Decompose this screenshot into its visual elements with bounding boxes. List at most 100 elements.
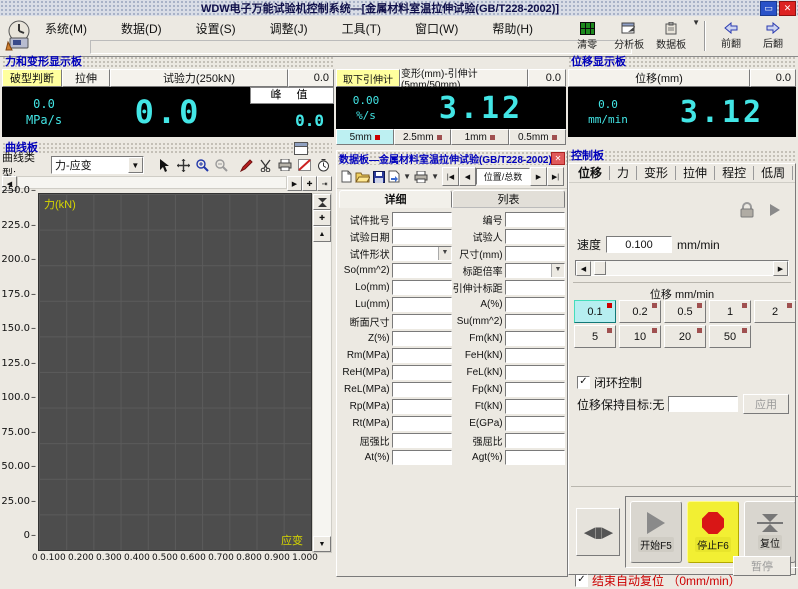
scroll-up-icon[interactable]: ▲ xyxy=(313,226,331,242)
data-tab[interactable]: 详细 xyxy=(339,190,452,208)
slider-left-icon[interactable]: ◀ xyxy=(576,261,591,276)
data-tab[interactable]: 列表 xyxy=(452,190,565,208)
field-input[interactable]: ▼ xyxy=(505,382,565,397)
menu-item[interactable]: 数据(D) xyxy=(118,19,165,38)
field-input[interactable]: ▼ xyxy=(505,297,565,312)
field-input[interactable]: ▼ xyxy=(505,365,565,380)
reset-button[interactable]: 复位 xyxy=(744,501,796,563)
menu-item[interactable]: 调整(J) xyxy=(267,19,311,38)
field-input[interactable]: ▼ xyxy=(505,331,565,346)
dropdown-icon[interactable]: ▼ xyxy=(551,264,564,277)
control-tab[interactable]: 拉伸 xyxy=(676,166,715,180)
field-input[interactable]: ▼ xyxy=(392,229,452,244)
zoom-out-icon[interactable] xyxy=(213,157,230,173)
speed-preset-button[interactable]: 1 xyxy=(709,300,751,323)
speed-input[interactable]: 0.100 xyxy=(606,236,672,253)
field-input[interactable]: ▼ xyxy=(505,416,565,431)
control-tab[interactable]: 位移 xyxy=(571,166,610,180)
menu-item[interactable]: 帮助(H) xyxy=(489,19,536,38)
clear-zero-button[interactable]: 清零 xyxy=(566,18,608,54)
curve-hscrollbar[interactable]: ◀ ▶ ✚ ⇥ xyxy=(2,176,332,189)
curve-type-select[interactable]: 力-应变 ▼ xyxy=(51,156,144,174)
field-input[interactable]: ▼ xyxy=(392,263,452,278)
speed-preset-button[interactable]: 50 xyxy=(709,325,751,348)
scissors-icon[interactable] xyxy=(257,157,274,173)
field-input[interactable]: ▼ xyxy=(505,314,565,329)
field-input[interactable]: ▼ xyxy=(505,348,565,363)
move-tool-icon[interactable] xyxy=(175,157,192,173)
tensile-mode-button[interactable]: 拉伸 xyxy=(62,69,110,87)
field-input[interactable]: ▼ xyxy=(392,280,452,295)
jog-button[interactable]: ◀▮▶ xyxy=(576,508,620,556)
field-input[interactable]: ▼ xyxy=(505,280,565,295)
fit-vertical-icon[interactable] xyxy=(313,194,331,210)
minimize-button[interactable]: ▭ xyxy=(760,1,777,16)
speed-preset-button[interactable]: 0.5 xyxy=(664,300,706,323)
range-tab[interactable]: 5mm xyxy=(336,129,394,145)
nav-next-icon[interactable]: ▶ xyxy=(530,167,547,186)
field-input[interactable]: ▼ xyxy=(392,365,452,380)
break-judge-button[interactable]: 破型判断 xyxy=(2,69,62,87)
field-input[interactable]: ▼ xyxy=(505,450,565,465)
field-input[interactable]: ▼ xyxy=(392,348,452,363)
speed-preset-button[interactable]: 10 xyxy=(619,325,661,348)
field-input[interactable]: ▼ xyxy=(392,450,452,465)
control-tab[interactable]: 力 xyxy=(610,166,637,180)
menu-item[interactable]: 窗口(W) xyxy=(412,19,461,38)
play-small-icon[interactable] xyxy=(769,203,781,217)
curve-vscrollbar[interactable]: ✚ ▲ ▼ xyxy=(312,193,332,553)
chevron-down-icon[interactable]: ▼ xyxy=(128,157,143,173)
open-file-icon[interactable] xyxy=(355,168,370,185)
range-tab[interactable]: 1mm xyxy=(451,129,509,145)
analysis-board-button[interactable]: 分析板 xyxy=(608,18,650,54)
auto-reset-checkbox[interactable]: ✓ xyxy=(575,574,588,587)
field-input[interactable]: ▼ xyxy=(505,212,565,227)
menu-item[interactable]: 工具(T) xyxy=(339,19,384,38)
speed-slider[interactable]: ◀ ▶ xyxy=(575,260,789,276)
closed-loop-checkbox[interactable]: ✓ xyxy=(577,376,590,389)
field-input[interactable]: ▼ xyxy=(392,399,452,414)
menu-item[interactable]: 系统(M) xyxy=(42,19,90,38)
field-input[interactable]: ▼ xyxy=(392,314,452,329)
nav-prev-icon[interactable]: ◀ xyxy=(459,167,476,186)
data-print-icon[interactable] xyxy=(414,168,428,185)
peak-label[interactable]: 峰 值 xyxy=(250,87,334,104)
field-input[interactable]: ▼ xyxy=(505,229,565,244)
hscroll-track[interactable] xyxy=(17,176,287,189)
slider-thumb[interactable] xyxy=(594,261,606,275)
field-input[interactable]: ▼ xyxy=(392,212,452,227)
field-input[interactable]: ▼ xyxy=(392,297,452,312)
zoom-in-icon[interactable] xyxy=(194,157,211,173)
next-page-button[interactable]: 后翻 xyxy=(752,18,794,54)
dropdown-icon[interactable]: ▼ xyxy=(438,247,451,260)
prev-page-button[interactable]: 前翻 xyxy=(710,18,752,54)
nav-last-icon[interactable]: ▶| xyxy=(547,167,564,186)
field-input[interactable]: ▼ xyxy=(392,433,452,448)
restore-window-icon[interactable] xyxy=(294,142,308,155)
slider-right-icon[interactable]: ▶ xyxy=(773,261,788,276)
remove-extensometer-button[interactable]: 取下引伸计 xyxy=(336,69,400,87)
field-input[interactable]: ▼ xyxy=(505,263,565,278)
field-input[interactable]: ▼ xyxy=(505,246,565,261)
apply-button[interactable]: 应用 xyxy=(743,394,789,414)
data-panel-close-icon[interactable]: ✕ xyxy=(551,152,565,165)
field-input[interactable]: ▼ xyxy=(392,331,452,346)
field-input[interactable]: ▼ xyxy=(392,416,452,431)
print-icon[interactable] xyxy=(276,157,293,173)
zoom-vertical-icon[interactable]: ✚ xyxy=(313,210,331,226)
field-input[interactable]: ▼ xyxy=(505,399,565,414)
hold-target-input[interactable] xyxy=(668,396,738,412)
control-tab[interactable]: 程控 xyxy=(715,166,754,180)
speed-preset-button[interactable]: 0.2 xyxy=(619,300,661,323)
speed-preset-button[interactable]: 20 xyxy=(664,325,706,348)
speed-preset-button[interactable]: 5 xyxy=(574,325,616,348)
export-dropdown-icon[interactable]: ▼ xyxy=(403,172,411,181)
speed-preset-button[interactable]: 0.1 xyxy=(574,300,616,323)
new-file-icon[interactable] xyxy=(340,168,352,185)
pen-tool-icon[interactable] xyxy=(238,157,255,173)
save-icon[interactable] xyxy=(373,168,385,185)
control-tab[interactable]: 低周 xyxy=(754,166,793,180)
print-dropdown-icon[interactable]: ▼ xyxy=(431,172,439,181)
menu-item[interactable]: 设置(S) xyxy=(193,19,239,38)
field-input[interactable]: ▼ xyxy=(505,433,565,448)
